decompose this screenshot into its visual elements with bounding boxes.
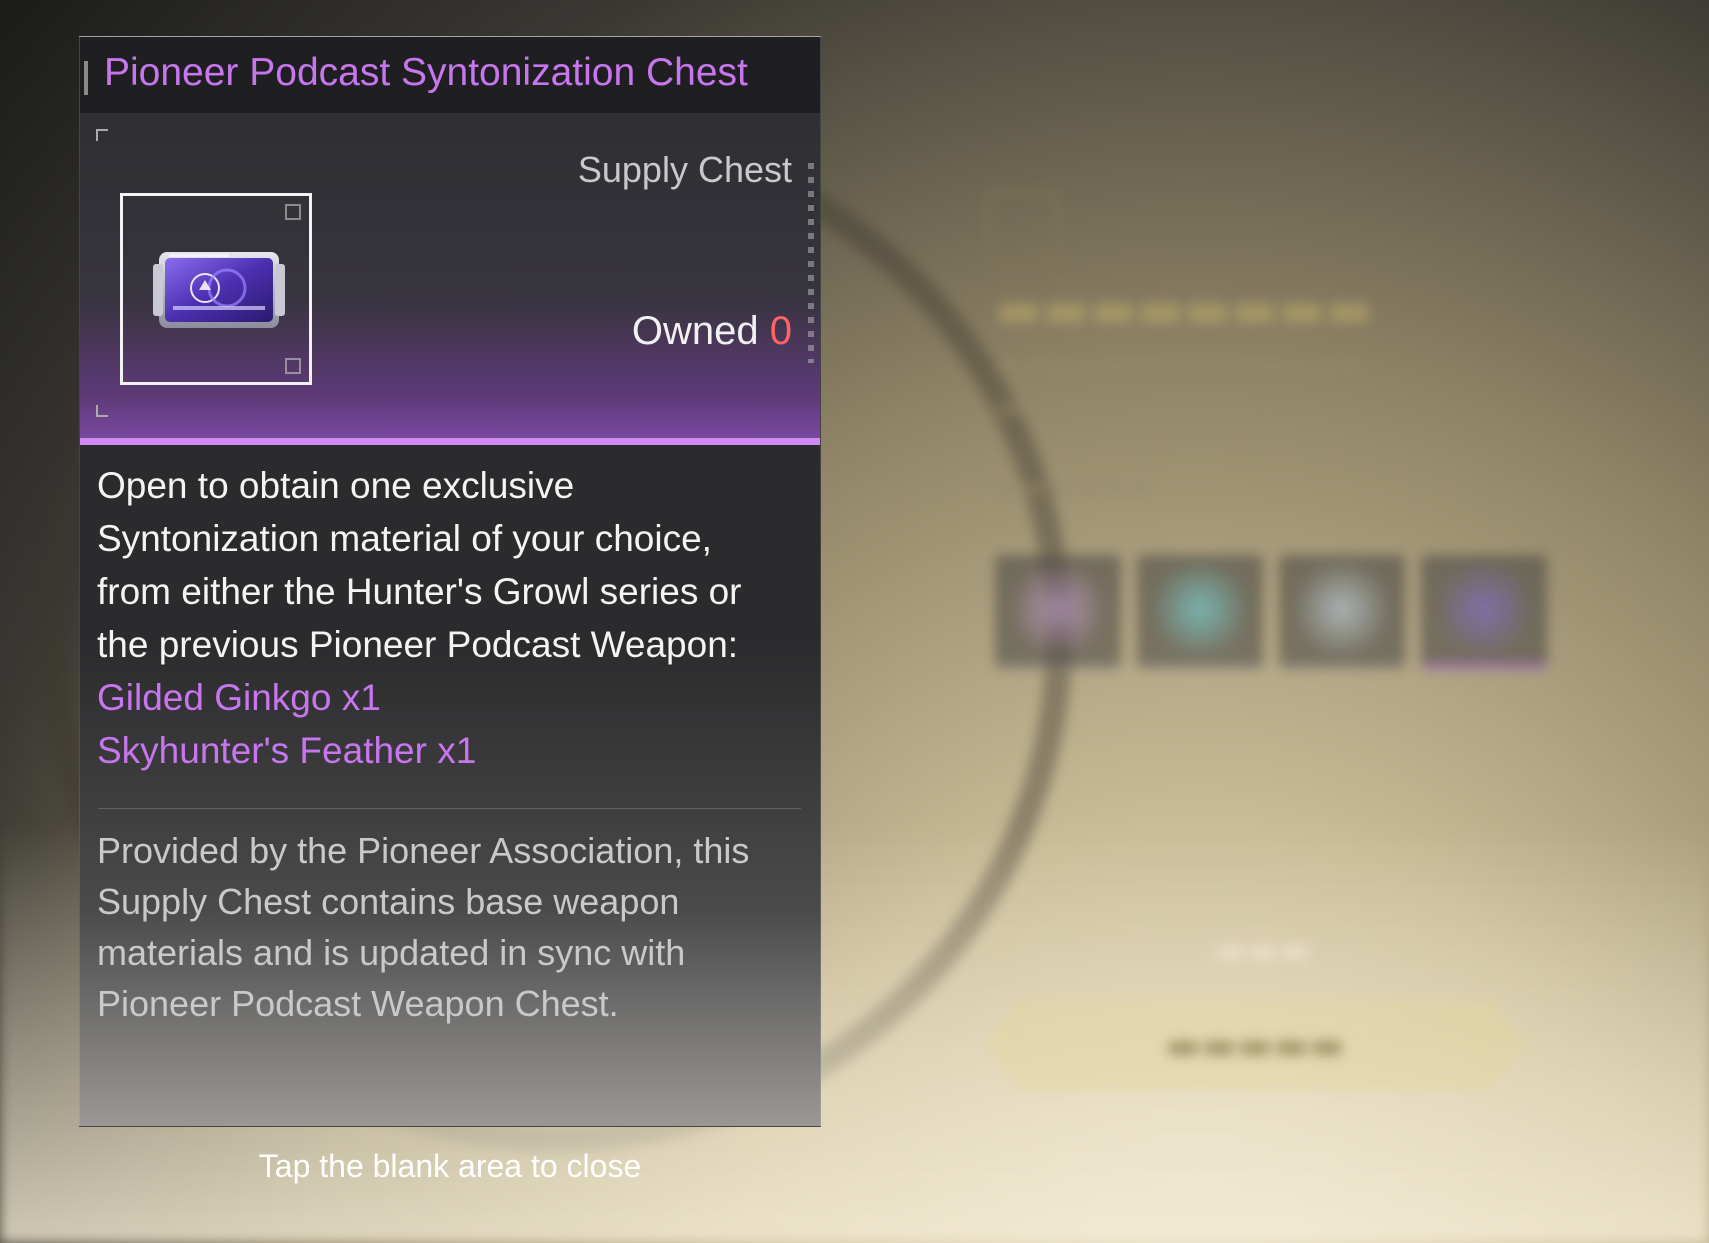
frame-corner-icon xyxy=(285,204,301,220)
close-hint: Tap the blank area to close xyxy=(258,1148,642,1184)
item-effect-description: Open to obtain one exclusive Syntonizati… xyxy=(97,459,813,777)
item-icon-frame xyxy=(120,193,312,385)
item-lore-description: Provided by the Pioneer Association, thi… xyxy=(97,825,813,1029)
header-accent-bar xyxy=(84,61,88,95)
banner-accent-line xyxy=(80,438,820,445)
purple-supply-chest-icon xyxy=(153,252,285,328)
lore-line: materials and is updated in sync with xyxy=(97,932,686,973)
frame-corner-icon xyxy=(285,358,301,374)
banner-corner-mark xyxy=(96,129,108,141)
description-line: Syntonization material of your choice, xyxy=(97,518,712,559)
item-type-label: Supply Chest xyxy=(577,149,792,190)
lore-line: Provided by the Pioneer Association, thi… xyxy=(97,830,750,871)
tooltip-header: Pioneer Podcast Syntonization Chest xyxy=(80,37,820,113)
banner-dotted-rail xyxy=(808,163,814,363)
option-skyhunters-feather: Skyhunter's Feather x1 xyxy=(97,730,477,771)
owned-count-display: Owned 0 xyxy=(632,309,792,354)
section-divider xyxy=(98,808,801,809)
option-gilded-ginkgo: Gilded Ginkgo x1 xyxy=(97,677,381,718)
lore-line: Supply Chest contains base weapon xyxy=(97,881,680,922)
item-title: Pioneer Podcast Syntonization Chest xyxy=(104,51,748,94)
description-line: from either the Hunter's Growl series or xyxy=(97,571,742,612)
item-tooltip-card: Pioneer Podcast Syntonization Chest Supp… xyxy=(79,36,821,1127)
owned-count: 0 xyxy=(769,309,792,353)
owned-label: Owned xyxy=(631,309,759,353)
lore-line: Pioneer Podcast Weapon Chest. xyxy=(97,983,619,1024)
description-line: the previous Pioneer Podcast Weapon: xyxy=(97,624,739,665)
item-banner: Supply Chest Owned 0 xyxy=(80,113,820,445)
description-line: Open to obtain one exclusive xyxy=(97,465,575,506)
banner-corner-mark xyxy=(96,405,108,417)
